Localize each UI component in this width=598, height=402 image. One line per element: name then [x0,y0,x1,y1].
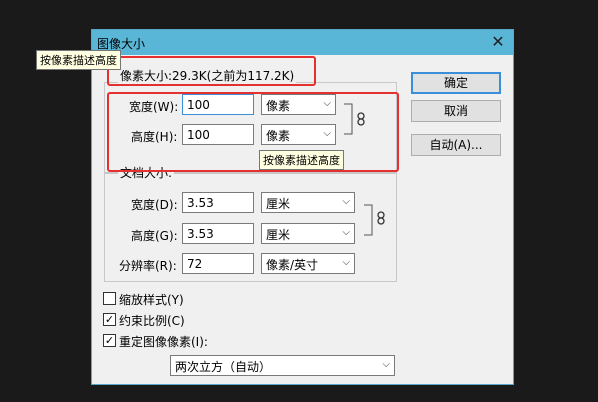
doc-width-unit-value: 厘米 [266,197,291,211]
checkmark-icon: ✓ [104,334,115,347]
doc-height-label: 高度(G): [131,229,178,243]
top-tooltip: 按像素描述高度 [36,50,121,70]
height-tooltip: 按像素描述高度 [259,150,344,170]
chevron-down-icon: ⌵ [342,257,350,268]
pixel-size-highlight [107,56,316,86]
dialog-titlebar[interactable]: 图像大小 ✕ [92,30,513,55]
pixel-dimensions-highlight [107,92,399,172]
cancel-button[interactable]: 取消 [411,100,501,122]
resample-method-select[interactable]: 两次立方（自动） ⌵ [170,355,395,376]
scale-styles-checkbox[interactable] [103,292,116,305]
resample-checkbox[interactable]: ✓ [103,334,116,347]
close-icon[interactable]: ✕ [489,33,507,51]
chevron-down-icon: ⌵ [342,227,350,238]
chevron-down-icon: ⌵ [382,359,390,370]
chevron-down-icon: ⌵ [342,196,350,207]
doc-height-unit-select[interactable]: 厘米 ⌵ [261,223,355,244]
auto-button[interactable]: 自动(A)... [411,134,501,156]
ok-button[interactable]: 确定 [411,72,501,94]
resolution-unit-select[interactable]: 像素/英寸 ⌵ [261,253,355,274]
resolution-label: 分辨率(R): [119,259,177,273]
checkmark-icon: ✓ [104,313,115,326]
resolution-input[interactable] [182,253,254,274]
doc-width-input[interactable] [182,192,254,213]
doc-width-label: 宽度(D): [131,198,178,212]
chain-link-icon [377,211,385,225]
constrain-proportions-checkbox[interactable]: ✓ [103,313,116,326]
doc-height-unit-value: 厘米 [266,228,291,242]
constrain-proportions-label[interactable]: 约束比例(C) [119,312,185,329]
doc-height-input[interactable] [182,223,254,244]
scale-styles-label[interactable]: 缩放样式(Y) [119,291,184,308]
resample-label[interactable]: 重定图像像素(I): [119,333,208,350]
image-size-dialog: 图像大小 ✕ 像素大小:29.3K(之前为117.2K) 宽度(W): 像素 ⌵… [91,29,514,385]
resolution-unit-value: 像素/英寸 [266,258,319,272]
resample-method-value: 两次立方（自动） [175,360,272,374]
doc-width-unit-select[interactable]: 厘米 ⌵ [261,192,355,213]
